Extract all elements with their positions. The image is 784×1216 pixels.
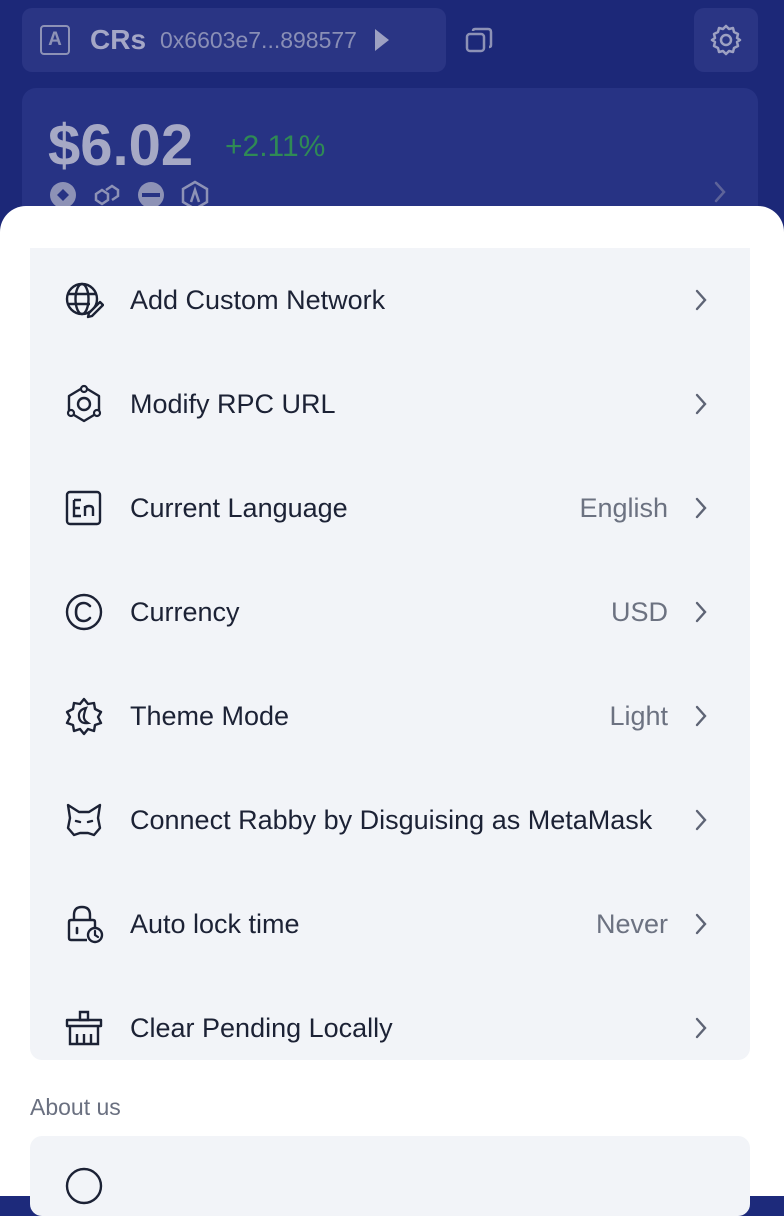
currency-icon [65,593,103,631]
lock-clock-icon [67,905,104,944]
chevron-right-icon [695,601,707,623]
setting-add-custom-network[interactable]: Add Custom Network [30,248,750,352]
setting-label: Current Language [130,492,348,523]
globe-edit-icon [65,282,104,319]
settings-button[interactable] [694,8,758,72]
setting-auto-lock-time[interactable]: Auto lock time Never [30,872,750,976]
balance-change: +2.11% [225,130,326,163]
play-icon [374,29,389,51]
total-balance: $6.02 [48,113,194,178]
setting-modify-rpc-url[interactable]: Modify RPC URL [30,352,750,456]
chevron-right-icon [695,705,707,727]
about-us-list[interactable] [30,1136,750,1216]
fox-mask-icon [66,803,102,837]
language-en-icon [65,490,102,526]
account-badge: A [40,25,70,55]
info-icon [65,1167,103,1205]
settings-sheet: Add Custom Network Modify RPC URL Curren… [0,206,784,1216]
setting-label: Add Custom Network [130,284,386,315]
theme-icon [65,697,103,736]
copy-icon[interactable] [464,26,494,56]
setting-label: Theme Mode [130,700,290,731]
setting-metamask-disguise[interactable]: Connect Rabby by Disguising as MetaMask [30,768,750,872]
chevron-right-icon [695,913,707,935]
account-name: CRs [90,24,147,55]
setting-label: Auto lock time [130,908,300,939]
chevron-right-icon [695,497,707,519]
setting-clear-pending[interactable]: Clear Pending Locally [30,976,750,1080]
setting-currency[interactable]: Currency USD [30,560,750,664]
rpc-node-icon [66,384,102,423]
setting-current-language[interactable]: Current Language English [30,456,750,560]
account-address: 0x6603e7...898577 [160,26,357,53]
account-switcher[interactable]: A CRs 0x6603e7...898577 [22,8,446,72]
setting-label: Connect Rabby by Disguising as MetaMask [130,804,653,835]
setting-value: USD [610,596,668,627]
chevron-right-icon [695,809,707,831]
setting-value: English [579,492,668,523]
chevron-right-icon [695,393,707,415]
settings-list: Add Custom Network Modify RPC URL Curren… [30,248,750,1060]
wallet-header: A CRs 0x6603e7...898577 $6.02 +2.11% [0,0,784,248]
setting-theme-mode[interactable]: Theme Mode Light [30,664,750,768]
broom-icon [65,1010,103,1046]
chevron-right-icon [714,181,726,203]
setting-label: Clear Pending Locally [130,1012,393,1043]
chevron-right-icon [695,1017,707,1039]
setting-value: Never [595,908,668,939]
gear-icon [710,24,742,56]
setting-label: Modify RPC URL [130,388,336,419]
setting-value: Light [609,700,668,731]
chevron-right-icon [695,289,707,311]
setting-label: Currency [130,596,240,627]
about-us-heading: About us [30,1094,121,1120]
